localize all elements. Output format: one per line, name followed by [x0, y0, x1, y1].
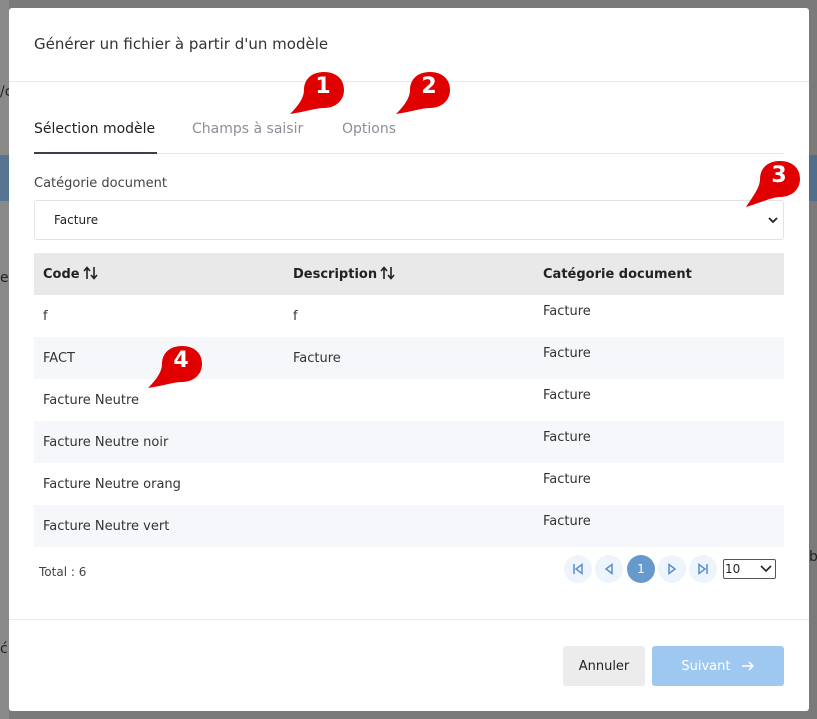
cell-description: Facture: [284, 337, 534, 379]
page-number-current[interactable]: 1: [627, 555, 655, 583]
cell-description: f: [293, 308, 298, 324]
background-header-bar-right: [809, 155, 817, 201]
cell-category: Facture: [543, 388, 591, 403]
cell-category: Facture: [534, 505, 784, 547]
cell-code: f: [43, 308, 48, 324]
background-page: [0, 0, 9, 719]
next-button[interactable]: Suivant: [652, 646, 784, 686]
next-page-icon: [668, 563, 677, 575]
table-header-row: Code Description Catégorie document: [34, 253, 784, 295]
cancel-button[interactable]: Annuler: [563, 646, 645, 686]
cell-description: [284, 379, 534, 421]
active-tab-indicator: [34, 152, 157, 154]
cell-description: [284, 463, 534, 505]
column-header-description[interactable]: Description: [284, 253, 534, 295]
page-size-select[interactable]: 10: [723, 559, 776, 579]
category-select[interactable]: Facture: [34, 200, 784, 240]
footer-divider: [9, 619, 809, 620]
background-text-bottom: ć: [0, 641, 8, 657]
table-row[interactable]: f f Facture: [34, 295, 784, 337]
chevron-down-icon: [760, 565, 772, 573]
last-page-icon: [698, 563, 708, 575]
category-label: Catégorie document: [34, 176, 168, 191]
cell-code: Facture Neutre vert: [34, 505, 284, 547]
cell-category: Facture: [543, 472, 591, 487]
cell-code: Facture Neutre noir: [34, 421, 284, 463]
column-header-category: Catégorie document: [534, 253, 784, 295]
first-page-icon: [573, 563, 583, 575]
cell-category: Facture: [534, 421, 784, 463]
previous-page-icon: [604, 563, 613, 575]
cell-category: Facture: [534, 337, 784, 379]
background-header-bar: [0, 155, 9, 201]
last-page-button[interactable]: [689, 555, 717, 583]
callout-number: 1: [315, 74, 331, 99]
cell-description: [284, 505, 534, 547]
callout-number: 4: [173, 348, 189, 373]
table-row[interactable]: Facture Neutre orang Facture: [34, 463, 784, 505]
page-size-value: 10: [725, 562, 741, 576]
callout-marker-3: 3: [742, 159, 802, 215]
tab-selection-modele[interactable]: Sélection modèle: [34, 121, 155, 137]
next-page-button[interactable]: [658, 555, 686, 583]
callout-marker-1: 1: [286, 70, 346, 126]
callout-marker-4: 4: [144, 344, 204, 400]
callout-number: 3: [771, 163, 787, 188]
callout-number: 2: [421, 74, 437, 99]
previous-page-button[interactable]: [595, 555, 623, 583]
category-select-value: Facture: [54, 213, 99, 227]
arrow-right-icon: [741, 661, 754, 671]
next-button-label: Suivant: [681, 658, 731, 674]
cell-code: Facture Neutre orang: [43, 476, 181, 492]
background-text-right: b: [809, 549, 817, 565]
cell-description: [284, 421, 534, 463]
sort-icon[interactable]: [380, 266, 395, 280]
first-page-button[interactable]: [564, 555, 592, 583]
sort-icon[interactable]: [83, 266, 98, 280]
cell-category: Facture: [543, 304, 591, 319]
modal-title: Générer un fichier à partir d'un modèle: [34, 35, 329, 53]
pagination: 1: [9, 555, 809, 584]
tab-options[interactable]: Options: [342, 121, 396, 137]
chevron-down-icon: [768, 217, 778, 224]
callout-marker-2: 2: [392, 70, 452, 126]
column-header-code[interactable]: Code: [34, 253, 284, 295]
table-row[interactable]: Facture Neutre noir Facture: [34, 421, 784, 463]
table-row[interactable]: Facture Neutre vert Facture: [34, 505, 784, 547]
